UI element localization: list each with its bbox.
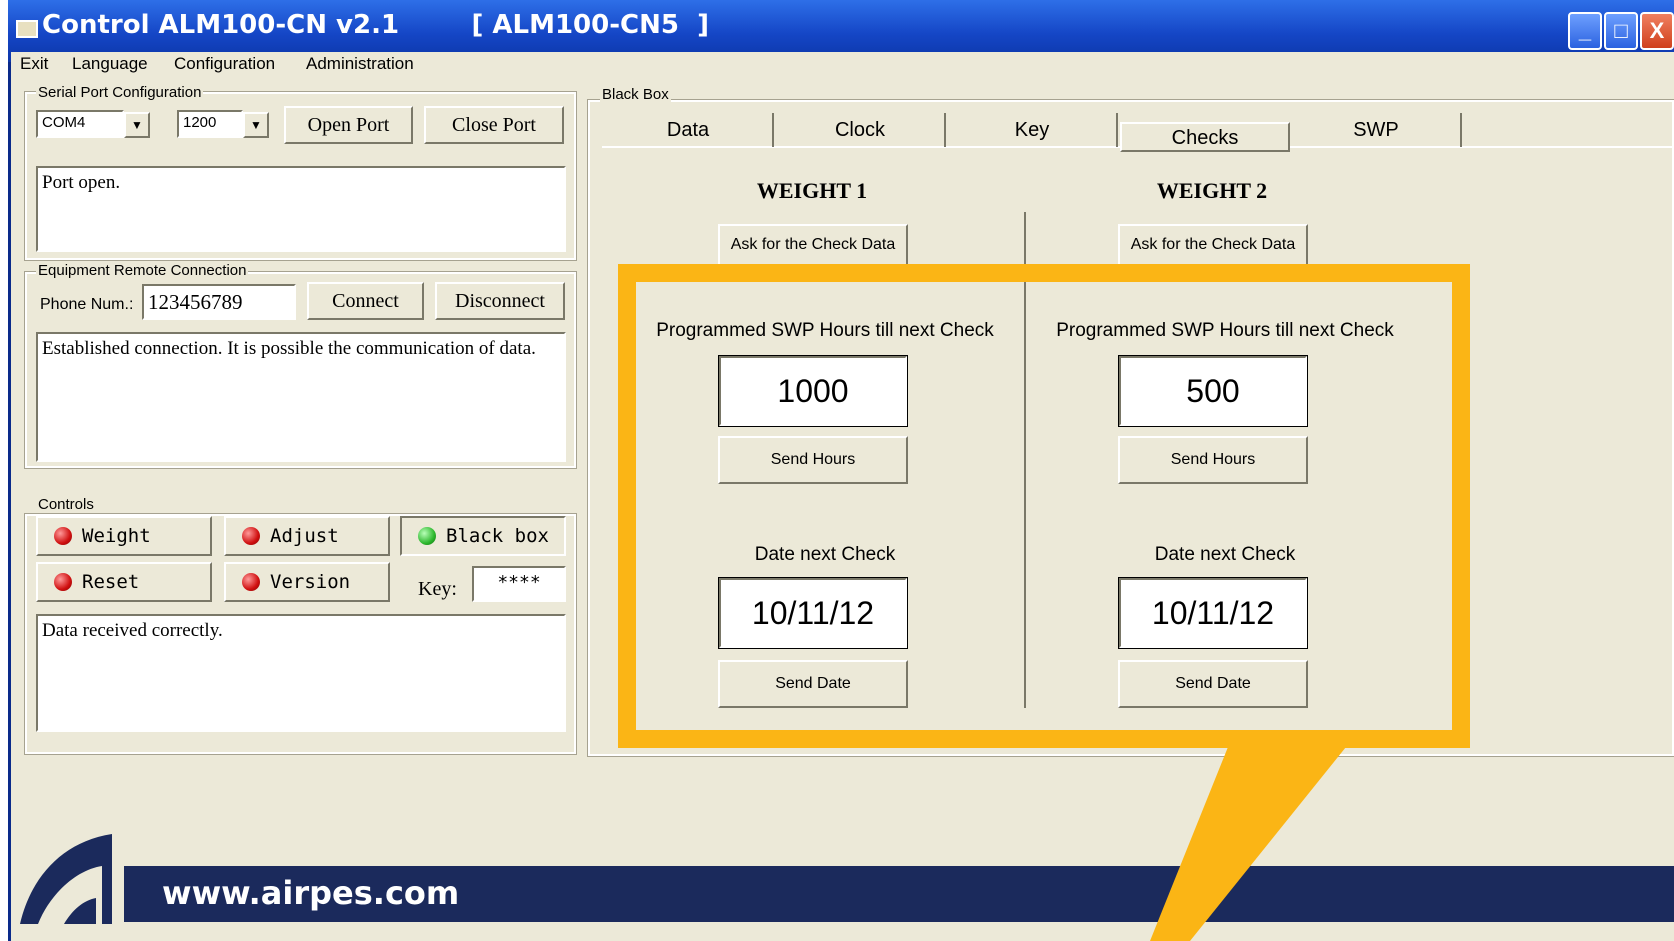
remote-log: Established connection. It is possible t… — [36, 332, 566, 462]
version-button[interactable]: Version — [224, 562, 390, 602]
blackbox-button-label: Black box — [446, 525, 549, 547]
menu-configuration[interactable]: Configuration — [174, 54, 275, 74]
adjust-button[interactable]: Adjust — [224, 516, 390, 556]
menu-exit[interactable]: Exit — [20, 54, 48, 74]
phone-input[interactable]: 123456789 — [142, 284, 296, 320]
blackbox-button[interactable]: Black box — [400, 516, 566, 556]
adjust-status-led-icon — [242, 527, 260, 545]
serial-log: Port open. — [36, 166, 566, 252]
tab-clock[interactable]: Clock — [776, 113, 946, 147]
version-status-led-icon — [242, 573, 260, 591]
tab-key[interactable]: Key — [948, 113, 1118, 147]
serial-port-group-label: Serial Port Configuration — [36, 84, 204, 101]
airpes-logo-icon — [20, 834, 112, 924]
close-port-button[interactable]: Close Port — [424, 106, 564, 144]
disconnect-button[interactable]: Disconnect — [435, 282, 565, 320]
footer-url[interactable]: www.airpes.com — [162, 874, 459, 912]
menu-language[interactable]: Language — [72, 54, 148, 74]
baud-dropdown-arrow-icon[interactable]: ▼ — [243, 112, 269, 138]
weight-button[interactable]: Weight — [36, 516, 212, 556]
highlight-frame — [618, 264, 1470, 748]
close-button[interactable]: X — [1640, 12, 1674, 50]
weight-button-label: Weight — [82, 525, 151, 547]
connect-button[interactable]: Connect — [307, 282, 424, 320]
reset-status-led-icon — [54, 573, 72, 591]
reset-button-label: Reset — [82, 571, 140, 593]
key-input[interactable]: **** — [472, 566, 566, 602]
weight-status-led-icon — [54, 527, 72, 545]
app-icon — [16, 20, 38, 38]
tab-swp[interactable]: SWP — [1292, 113, 1462, 147]
port-select[interactable]: COM4 — [36, 110, 124, 138]
blackbox-group-label: Black Box — [600, 86, 671, 103]
baud-select[interactable]: 1200 — [177, 110, 243, 138]
reset-button[interactable]: Reset — [36, 562, 212, 602]
adjust-button-label: Adjust — [270, 525, 339, 547]
controls-log: Data received correctly. — [36, 614, 566, 732]
highlight-pointer-icon — [1150, 742, 1350, 941]
weight2-ask-check-data-button[interactable]: Ask for the Check Data — [1118, 224, 1308, 266]
phone-label: Phone Num.: — [40, 296, 134, 313]
remote-connection-group-label: Equipment Remote Connection — [36, 262, 249, 279]
key-label: Key: — [418, 578, 457, 600]
menu-administration[interactable]: Administration — [306, 54, 414, 74]
controls-group-label: Controls — [36, 496, 96, 513]
minimize-button[interactable]: _ — [1568, 12, 1602, 50]
weight1-heading: WEIGHT 1 — [756, 178, 868, 203]
weight2-heading: WEIGHT 2 — [1156, 178, 1268, 203]
tab-checks[interactable]: Checks — [1120, 122, 1290, 152]
port-dropdown-arrow-icon[interactable]: ▼ — [124, 112, 150, 138]
tab-data[interactable]: Data — [604, 113, 774, 147]
weight1-ask-check-data-button[interactable]: Ask for the Check Data — [718, 224, 908, 266]
window-title: Control ALM100-CN v2.1 [ ALM100-CN5 ] — [42, 10, 709, 40]
version-button-label: Version — [270, 571, 351, 593]
open-port-button[interactable]: Open Port — [284, 106, 413, 144]
blackbox-status-led-icon — [418, 527, 436, 545]
maximize-button[interactable]: □ — [1604, 12, 1638, 50]
